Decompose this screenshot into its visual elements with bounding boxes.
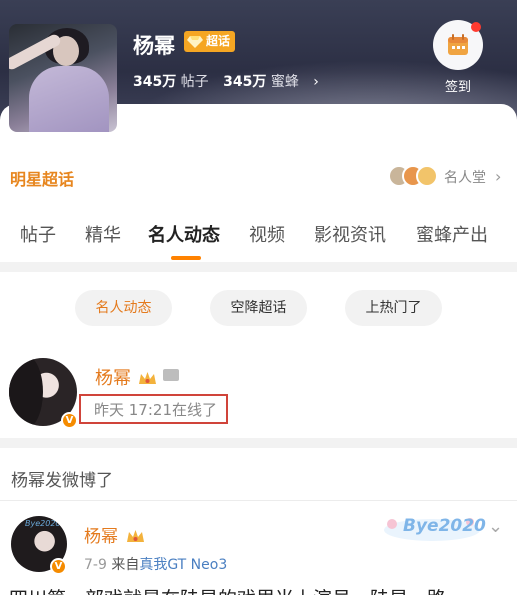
hall-avatar-stack bbox=[388, 165, 440, 189]
diamond-icon bbox=[187, 36, 203, 48]
super-topic-label: 超话 bbox=[206, 34, 231, 48]
topic-stats[interactable]: 345万 帖子 345万 蜜蜂 › bbox=[133, 71, 319, 91]
divider bbox=[0, 500, 517, 501]
tab-videos[interactable]: 视频 bbox=[249, 221, 285, 247]
card-decoration-text: Bye2020 bbox=[403, 516, 486, 536]
post-author-name[interactable]: 杨幂 bbox=[84, 522, 118, 547]
celebrity-status-card[interactable]: V 杨幂 昨天 17:21在线了 bbox=[0, 356, 517, 429]
hall-avatar bbox=[416, 165, 438, 187]
post-date: 7-9 bbox=[84, 557, 107, 573]
super-topic-badge: 超话 bbox=[184, 31, 236, 52]
avatar-hair bbox=[9, 358, 43, 426]
tab-celebrity-updates[interactable]: 名人动态 bbox=[148, 221, 220, 247]
tab-posts[interactable]: 帖子 bbox=[20, 221, 56, 247]
post-source-prefix: 来自 bbox=[111, 557, 140, 573]
post-body[interactable]: 四川第一部戏就是在陆星的戏里当上演员，陆星一路 bbox=[9, 584, 509, 595]
filter-chips: 名人动态 空降超话 上热门了 bbox=[0, 290, 517, 326]
post-meta: 7-9 来自真我GT Neo3 bbox=[84, 554, 227, 574]
chevron-right-icon: › bbox=[313, 74, 319, 90]
online-status: 昨天 17:21在线了 bbox=[94, 401, 217, 419]
topic-tabs: 帖子 精华 名人动态 视频 影视资讯 蜜蜂产出 bbox=[0, 221, 517, 263]
tab-fan-creations[interactable]: 蜜蜂产出 bbox=[416, 221, 488, 247]
filter-celebrity-updates[interactable]: 名人动态 bbox=[75, 290, 172, 326]
checkin-button[interactable] bbox=[433, 20, 483, 70]
tab-film-news[interactable]: 影视资讯 bbox=[314, 221, 386, 247]
tab-featured[interactable]: 精华 bbox=[85, 221, 121, 247]
fans-count: 345万 bbox=[223, 74, 267, 90]
avatar-frame-text: Bye2020 bbox=[25, 519, 61, 528]
active-tab-indicator bbox=[171, 256, 201, 260]
chevron-right-icon: › bbox=[495, 167, 502, 186]
crown-icon bbox=[127, 530, 144, 542]
filter-airdrop-topic[interactable]: 空降超话 bbox=[210, 290, 307, 326]
star-topic-title: 明星超话 bbox=[10, 170, 75, 189]
verified-badge-icon: V bbox=[50, 558, 67, 575]
crown-icon bbox=[139, 372, 156, 384]
divider bbox=[0, 438, 517, 448]
chevron-down-icon[interactable]: ⌄ bbox=[488, 516, 503, 537]
divider bbox=[0, 262, 517, 272]
posts-label: 帖子 bbox=[180, 74, 209, 90]
fans-label: 蜜蜂 bbox=[270, 74, 299, 90]
topic-content: 明星超话 名人堂 › 帖子 精华 名人动态 视频 影视资讯 蜜蜂产出 名人动态 … bbox=[0, 104, 517, 595]
level-badge-icon bbox=[163, 369, 179, 381]
filter-trending[interactable]: 上热门了 bbox=[345, 290, 442, 326]
topic-name: 杨幂 bbox=[133, 34, 175, 58]
notification-dot bbox=[471, 22, 481, 32]
feed-heading: 杨幂发微博了 bbox=[11, 471, 113, 491]
checkin-label: 签到 bbox=[444, 80, 471, 95]
calendar-icon bbox=[448, 34, 468, 55]
posts-count: 345万 bbox=[133, 74, 177, 90]
verified-badge-icon: V bbox=[61, 412, 78, 429]
hall-of-fame-link[interactable]: 名人堂 bbox=[444, 167, 486, 187]
topic-cover-image[interactable] bbox=[9, 24, 117, 132]
cover-figure bbox=[29, 66, 109, 132]
post-device-link[interactable]: 真我GT Neo3 bbox=[139, 557, 227, 573]
hall-of-fame-row[interactable]: 明星超话 名人堂 › bbox=[0, 161, 517, 197]
celebrity-name[interactable]: 杨幂 bbox=[95, 364, 131, 390]
